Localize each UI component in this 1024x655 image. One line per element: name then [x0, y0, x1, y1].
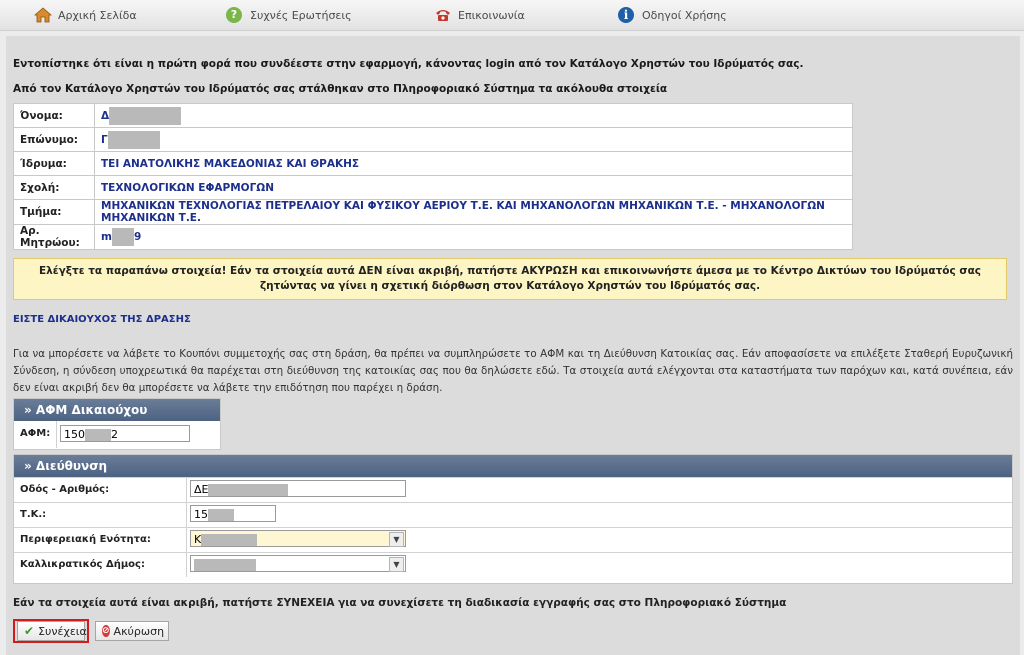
home-icon: [34, 7, 52, 23]
afm-label: ΑΦΜ:: [20, 428, 51, 439]
department-label: Τμήμα:: [13, 199, 95, 225]
street-row: Οδός - Αριθμός: ΔΕ: [14, 477, 1012, 502]
redacted-block: [111, 228, 134, 246]
nav-contact-label: Επικοινωνία: [458, 8, 525, 22]
cancel-button[interactable]: ⊘ Ακύρωση: [95, 621, 169, 641]
afm-panel-title: » ΑΦΜ Δικαιούχου: [14, 399, 220, 421]
table-row: Σχολή: ΤΕΧΝΟΛΟΓΙΚΩΝ ΕΦΑΡΜΟΓΩΝ: [13, 175, 853, 200]
redacted-block: [85, 429, 111, 441]
top-navigation: Αρχική Σελίδα ? Συχνές Ερωτήσεις Επικοιν…: [0, 0, 1024, 31]
redacted-block: [208, 484, 289, 496]
chevron-down-icon[interactable]: ▼: [389, 532, 404, 547]
first-name-value: Δ: [94, 103, 853, 128]
checkmark-icon: ✔: [24, 624, 35, 638]
registry-number-value: m9: [94, 224, 853, 250]
municipality-row: Καλλικρατικός Δήμος: ▼: [14, 552, 1012, 577]
divider: [186, 553, 187, 577]
postal-code-value: 15: [194, 508, 208, 521]
redacted-block: [194, 559, 256, 571]
sent-data-notice: Από τον Κατάλογο Χρηστών του Ιδρύματός σ…: [13, 83, 668, 95]
table-row: Αρ. Μητρώου: m9: [13, 224, 853, 250]
last-name-value: Γ: [94, 127, 853, 152]
address-panel: » Διεύθυνση Οδός - Αριθμός: ΔΕ Τ.Κ.: 15 …: [13, 454, 1013, 584]
cancel-label: Ακύρωση: [113, 624, 165, 638]
main-content: Εντοπίστηκε ότι είναι η πρώτη φορά που σ…: [6, 36, 1020, 655]
divider: [186, 528, 187, 552]
first-name-text: Δ: [101, 109, 110, 122]
redacted-block: [109, 106, 182, 125]
region-value: Κ: [194, 533, 202, 546]
registry-prefix: m: [101, 231, 112, 243]
school-label: Σχολή:: [13, 175, 95, 200]
info-icon: i: [618, 7, 634, 23]
user-info-table: Όνομα: Δ Επώνυμο: Γ Ίδρυμα: ΤΕΙ ΑΝΑΤΟΛΙΚ…: [13, 103, 853, 250]
registry-number-label: Αρ. Μητρώου:: [13, 224, 95, 250]
nav-faq[interactable]: ? Συχνές Ερωτήσεις: [226, 0, 352, 30]
address-panel-title: » Διεύθυνση: [14, 455, 1012, 477]
nav-home[interactable]: Αρχική Σελίδα: [34, 0, 137, 30]
municipality-select[interactable]: ▼: [190, 555, 406, 572]
redacted-block: [208, 509, 234, 521]
nav-guides[interactable]: i Οδηγοί Χρήσης: [618, 0, 727, 30]
afm-value-suffix: 2: [111, 428, 118, 441]
warning-text: Ελέγξτε τα παραπάνω στοιχεία! Εάν τα στο…: [38, 265, 982, 292]
instructions-text: Για να μπορέσετε να λάβετε το Κουπόνι συ…: [13, 348, 1013, 394]
street-label: Οδός - Αριθμός:: [20, 484, 110, 495]
institution-label: Ίδρυμα:: [13, 151, 95, 176]
last-name-text: Γ: [101, 133, 108, 146]
department-value: ΜΗΧΑΝΙΚΩΝ ΤΕΧΝΟΛΟΓΙΑΣ ΠΕΤΡΕΛΑΙΟΥ ΚΑΙ ΦΥΣ…: [94, 199, 853, 225]
nav-faq-label: Συχνές Ερωτήσεις: [250, 8, 352, 22]
first-login-notice: Εντοπίστηκε ότι είναι η πρώτη φορά που σ…: [13, 58, 804, 70]
divider: [186, 478, 187, 502]
region-label: Περιφερειακή Ενότητα:: [20, 534, 151, 545]
divider: [56, 421, 57, 448]
first-name-label: Όνομα:: [13, 103, 95, 128]
warning-box: Ελέγξτε τα παραπάνω στοιχεία! Εάν τα στο…: [13, 258, 1007, 300]
table-row: Όνομα: Δ: [13, 103, 853, 128]
municipality-label: Καλλικρατικός Δήμος:: [20, 559, 145, 570]
table-row: Τμήμα: ΜΗΧΑΝΙΚΩΝ ΤΕΧΝΟΛΟΓΙΑΣ ΠΕΤΡΕΛΑΙΟΥ …: [13, 199, 853, 225]
afm-input[interactable]: 150 2: [60, 425, 190, 442]
afm-panel: » ΑΦΜ Δικαιούχου ΑΦΜ: 150 2: [13, 398, 221, 450]
registry-suffix: 9: [133, 231, 142, 243]
street-input[interactable]: ΔΕ: [190, 480, 406, 497]
chevron-down-icon[interactable]: ▼: [389, 557, 404, 572]
region-select[interactable]: Κ ▼: [190, 530, 406, 547]
table-row: Ίδρυμα: ΤΕΙ ΑΝΑΤΟΛΙΚΗΣ ΜΑΚΕΔΟΝΙΑΣ ΚΑΙ ΘΡ…: [13, 151, 853, 176]
divider: [186, 503, 187, 527]
school-value: ΤΕΧΝΟΛΟΓΙΚΩΝ ΕΦΑΡΜΟΓΩΝ: [94, 175, 853, 200]
cancel-icon: ⊘: [102, 625, 110, 637]
continue-button[interactable]: ✔ Συνέχεια: [17, 621, 87, 641]
table-row: Επώνυμο: Γ: [13, 127, 853, 152]
postal-code-input[interactable]: 15: [190, 505, 276, 522]
eligible-heading: ΕΙΣΤΕ ΔΙΚΑΙΟΥΧΟΣ ΤΗΣ ΔΡΑΣΗΣ: [13, 314, 191, 325]
question-icon: ?: [226, 7, 242, 23]
afm-row: ΑΦΜ: 150 2: [14, 421, 220, 448]
confirm-text: Εάν τα στοιχεία αυτά είναι ακριβή, πατήσ…: [13, 597, 787, 609]
redacted-block: [107, 130, 160, 149]
postal-code-row: Τ.Κ.: 15: [14, 502, 1012, 527]
postal-code-label: Τ.Κ.:: [20, 509, 47, 520]
nav-home-label: Αρχική Σελίδα: [58, 8, 137, 22]
last-name-label: Επώνυμο:: [13, 127, 95, 152]
institution-value: ΤΕΙ ΑΝΑΤΟΛΙΚΗΣ ΜΑΚΕΔΟΝΙΑΣ ΚΑΙ ΘΡΑΚΗΣ: [94, 151, 853, 176]
street-value: ΔΕ: [194, 483, 209, 496]
nav-guides-label: Οδηγοί Χρήσης: [642, 8, 727, 22]
nav-contact[interactable]: Επικοινωνία: [434, 0, 525, 30]
redacted-block: [201, 534, 258, 546]
region-row: Περιφερειακή Ενότητα: Κ ▼: [14, 527, 1012, 552]
phone-icon: [434, 7, 450, 23]
afm-value-prefix: 150: [64, 428, 85, 441]
continue-label: Συνέχεια: [38, 624, 87, 638]
